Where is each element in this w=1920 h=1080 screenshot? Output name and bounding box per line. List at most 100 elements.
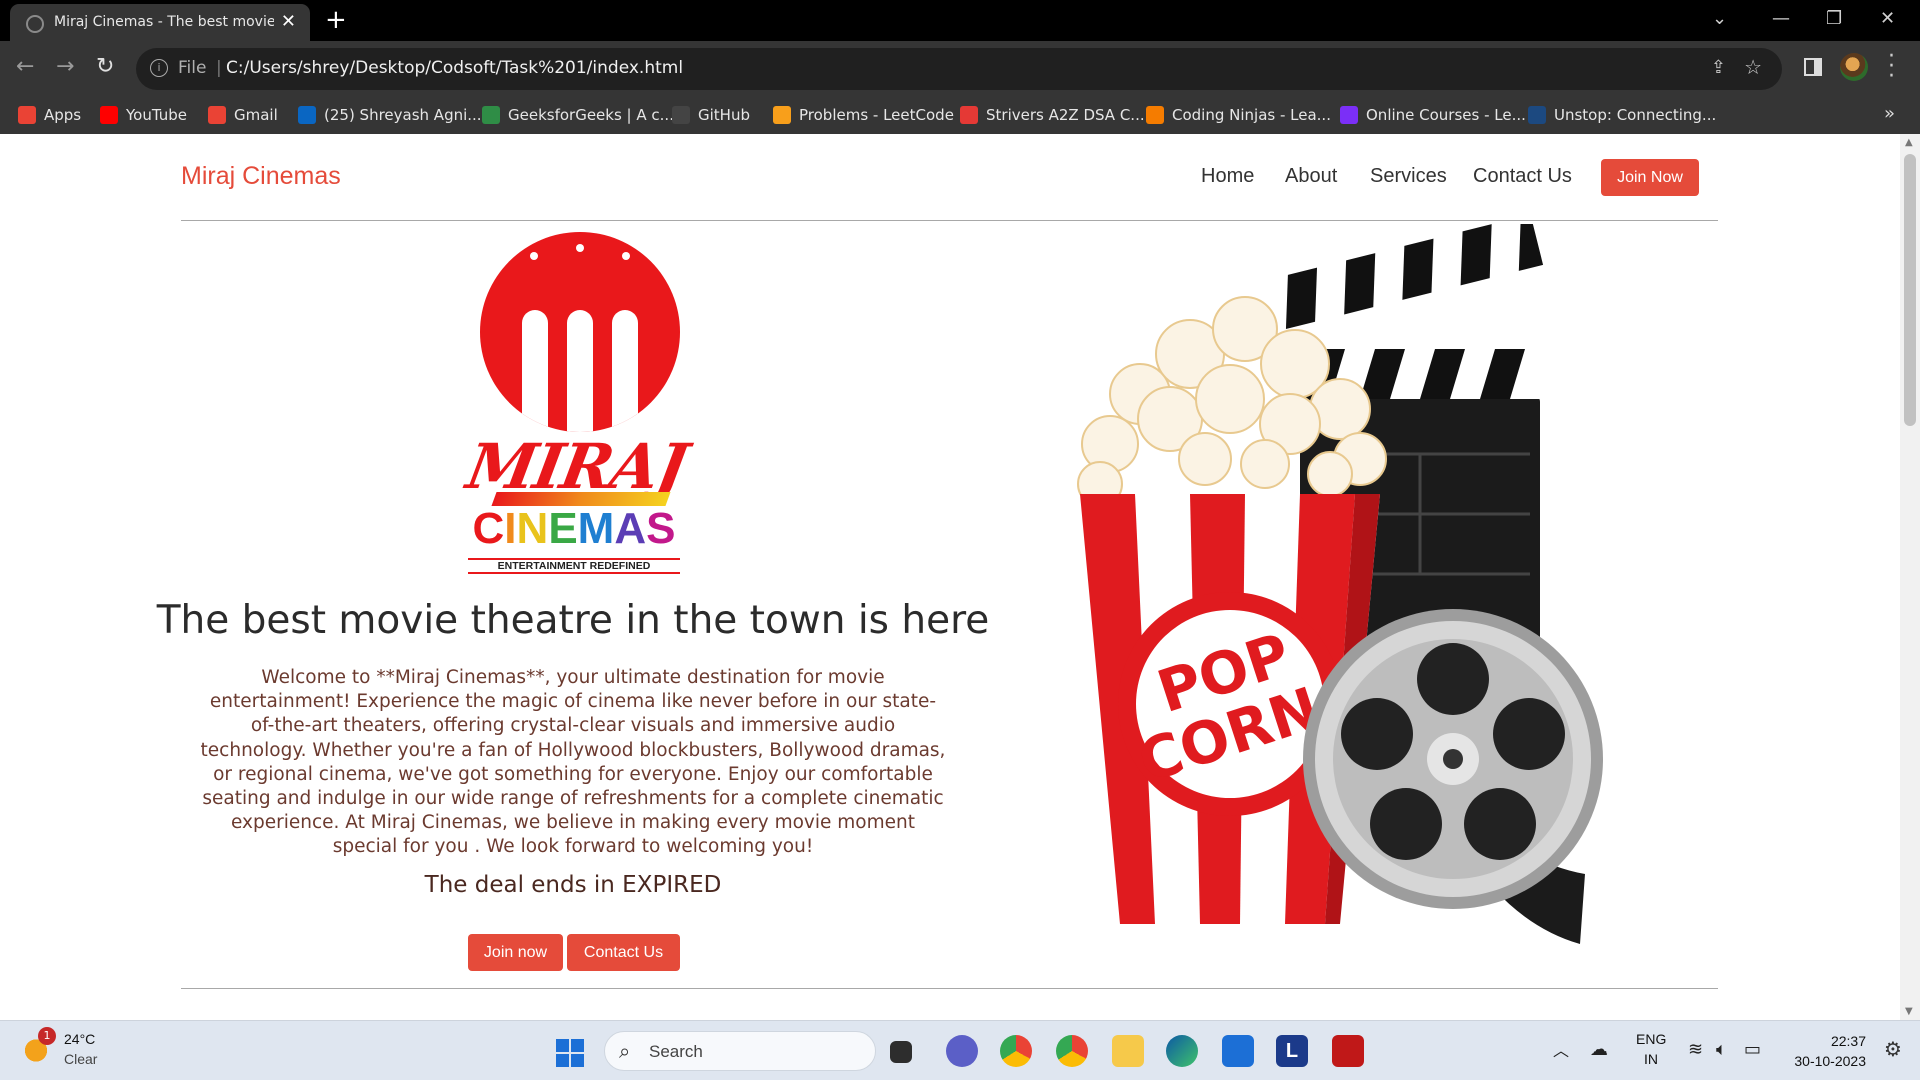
bookmark-item[interactable]: Strivers A2Z DSA C... — [960, 106, 1145, 124]
film-reel-icon — [1303, 609, 1603, 944]
file-explorer-icon[interactable] — [1112, 1035, 1144, 1067]
edge-icon[interactable] — [1166, 1035, 1198, 1067]
chat-icon[interactable] — [946, 1035, 978, 1067]
browser-tab-active[interactable]: Miraj Cinemas - The best movie ✕ — [10, 4, 310, 41]
window-close-icon[interactable]: ✕ — [1880, 8, 1895, 29]
geeksforgeeks-icon — [482, 106, 500, 124]
clock-date: 30-10-2023 — [1794, 1053, 1866, 1069]
bookmark-item[interactable]: Online Courses - Le... — [1340, 106, 1526, 124]
online-courses-icon — [1340, 106, 1358, 124]
input-region[interactable]: IN — [1644, 1051, 1658, 1067]
deal-countdown: The deal ends in EXPIRED — [424, 872, 722, 898]
wifi-icon[interactable]: ≋ — [1688, 1039, 1703, 1060]
scroll-down-icon[interactable]: ▼ — [1905, 1006, 1913, 1017]
bookmark-label: Gmail — [234, 106, 278, 124]
logo-cinemas-letter: N — [516, 504, 549, 553]
site-info-icon[interactable]: i — [150, 59, 168, 77]
profile-avatar[interactable] — [1840, 53, 1868, 81]
miraj-logo: MIRAJ CINEMAS ENTERTAINMENT REDEFINED — [462, 232, 691, 574]
contact-us-cta-button[interactable]: Contact Us — [567, 934, 680, 971]
tab-title: Miraj Cinemas - The best movie — [54, 14, 274, 30]
lenovo-l-icon[interactable]: L — [1276, 1035, 1308, 1067]
taskbar-search[interactable]: ⌕ Search — [604, 1031, 876, 1071]
browser-toolbar: ← → ↻ i File | C:/Users/shrey/Desktop/Co… — [0, 41, 1920, 97]
bookmark-label: Coding Ninjas - Lea... — [1172, 106, 1331, 124]
restore-icon[interactable]: ❐ — [1826, 8, 1842, 29]
gmail-icon — [208, 106, 226, 124]
bookmark-item[interactable]: (25) Shreyash Agni... — [298, 106, 482, 124]
chrome-icon[interactable] — [1000, 1035, 1032, 1067]
logo-cinemas-letter: M — [577, 504, 615, 553]
scroll-up-icon[interactable]: ▲ — [1905, 137, 1913, 148]
windows-start-icon[interactable] — [556, 1039, 584, 1067]
bookmark-item[interactable]: Problems - LeetCode — [773, 106, 954, 124]
browser-titlebar: Miraj Cinemas - The best movie ✕ + ⌄ — ❐… — [0, 0, 1920, 41]
bookmark-item[interactable]: GitHub — [672, 106, 750, 124]
bookmark-star-icon[interactable]: ☆ — [1744, 55, 1762, 79]
bookmark-label: Apps — [44, 106, 82, 124]
task-view-icon[interactable] — [890, 1041, 912, 1063]
chrome-active-icon[interactable] — [1056, 1035, 1088, 1067]
forward-arrow-icon[interactable]: → — [56, 54, 74, 79]
bookmark-label: Strivers A2Z DSA C... — [986, 106, 1145, 124]
address-url[interactable]: C:/Users/shrey/Desktop/Codsoft/Task%201/… — [226, 58, 683, 78]
bookmark-item[interactable]: Gmail — [208, 106, 278, 124]
join-now-cta-button[interactable]: Join now — [468, 934, 563, 971]
tab-close-icon[interactable]: ✕ — [281, 11, 296, 32]
system-clock[interactable]: 22:37 30-10-2023 — [1786, 1031, 1866, 1071]
share-icon[interactable]: ⇪ — [1711, 57, 1726, 78]
clock-time: 22:37 — [1830, 1033, 1866, 1049]
address-scheme-label: File — [178, 58, 207, 78]
back-arrow-icon[interactable]: ← — [16, 54, 34, 79]
apps-grid-icon — [18, 106, 36, 124]
weather-condition[interactable]: Clear — [64, 1051, 97, 1067]
linkedin-icon — [298, 106, 316, 124]
nav-services[interactable]: Services — [1370, 165, 1447, 188]
bookmark-item[interactable]: Apps — [18, 106, 81, 124]
tuf-icon — [960, 106, 978, 124]
bookmark-label: Online Courses - Le... — [1366, 106, 1526, 124]
nav-contact-us[interactable]: Contact Us — [1473, 165, 1572, 188]
nav-home[interactable]: Home — [1201, 165, 1254, 188]
menu-dots-icon[interactable]: · · · — [1888, 46, 1895, 88]
header-divider — [181, 220, 1718, 221]
bookmark-label: (25) Shreyash Agni... — [324, 106, 482, 124]
bookmark-label: Unstop: Connecting... — [1554, 106, 1717, 124]
site-brand[interactable]: Miraj Cinemas — [181, 162, 341, 191]
bookmark-item[interactable]: GeeksforGeeks | A c... — [482, 106, 674, 124]
new-tab-button[interactable]: + — [325, 5, 347, 35]
weather-temperature[interactable]: 24°C — [64, 1031, 95, 1047]
scrollbar-thumb[interactable] — [1904, 154, 1916, 426]
volume-icon[interactable]: 🔈︎ — [1716, 1039, 1727, 1060]
bookmark-item[interactable]: Unstop: Connecting... — [1528, 106, 1716, 124]
minimize-icon[interactable]: — — [1772, 8, 1790, 29]
bookmark-item[interactable]: Coding Ninjas - Lea... — [1146, 106, 1331, 124]
onedrive-icon[interactable]: ☁ — [1590, 1039, 1608, 1060]
search-label: Search — [649, 1042, 703, 1061]
mcafee-icon[interactable] — [1332, 1035, 1364, 1067]
leetcode-icon — [773, 106, 791, 124]
side-panel-icon[interactable] — [1804, 58, 1822, 76]
popcorn-clapper-reel-illustration: POP CORN — [1077, 224, 1603, 944]
address-bar[interactable]: i File | C:/Users/shrey/Desktop/Codsoft/… — [136, 48, 1782, 90]
microsoft-store-icon[interactable] — [1222, 1035, 1254, 1067]
logo-cinemas-letter: E — [548, 504, 578, 553]
logo-cinemas-letter: C — [472, 504, 505, 553]
nav-about[interactable]: About — [1285, 165, 1337, 188]
join-now-button[interactable]: Join Now — [1601, 159, 1699, 196]
notification-gear-icon[interactable]: ⚙ — [1884, 1037, 1902, 1061]
reload-icon[interactable]: ↻ — [96, 54, 114, 79]
bookmark-label: GeeksforGeeks | A c... — [508, 106, 674, 124]
page-scrollbar[interactable]: ▲ ▼ — [1900, 134, 1920, 1020]
bookmarks-overflow-icon[interactable]: » — [1884, 103, 1895, 124]
windows-taskbar: 1 24°C Clear ⌕ Search L ︿ ☁ ENG IN ≋ 🔈︎ … — [0, 1020, 1920, 1080]
hero-paragraph: Welcome to **Miraj Cinemas**, your ultim… — [200, 667, 946, 858]
bookmark-label: GitHub — [698, 106, 750, 124]
tab-search-chevron-icon[interactable]: ⌄ — [1712, 8, 1727, 29]
input-language[interactable]: ENG — [1636, 1031, 1666, 1047]
battery-icon[interactable]: ▭ — [1744, 1039, 1761, 1060]
unstop-icon — [1528, 106, 1546, 124]
tray-chevron-up-icon[interactable]: ︿ — [1553, 1037, 1569, 1061]
logo-cinemas-letter: S — [646, 504, 676, 553]
bookmark-item[interactable]: YouTube — [100, 106, 187, 124]
